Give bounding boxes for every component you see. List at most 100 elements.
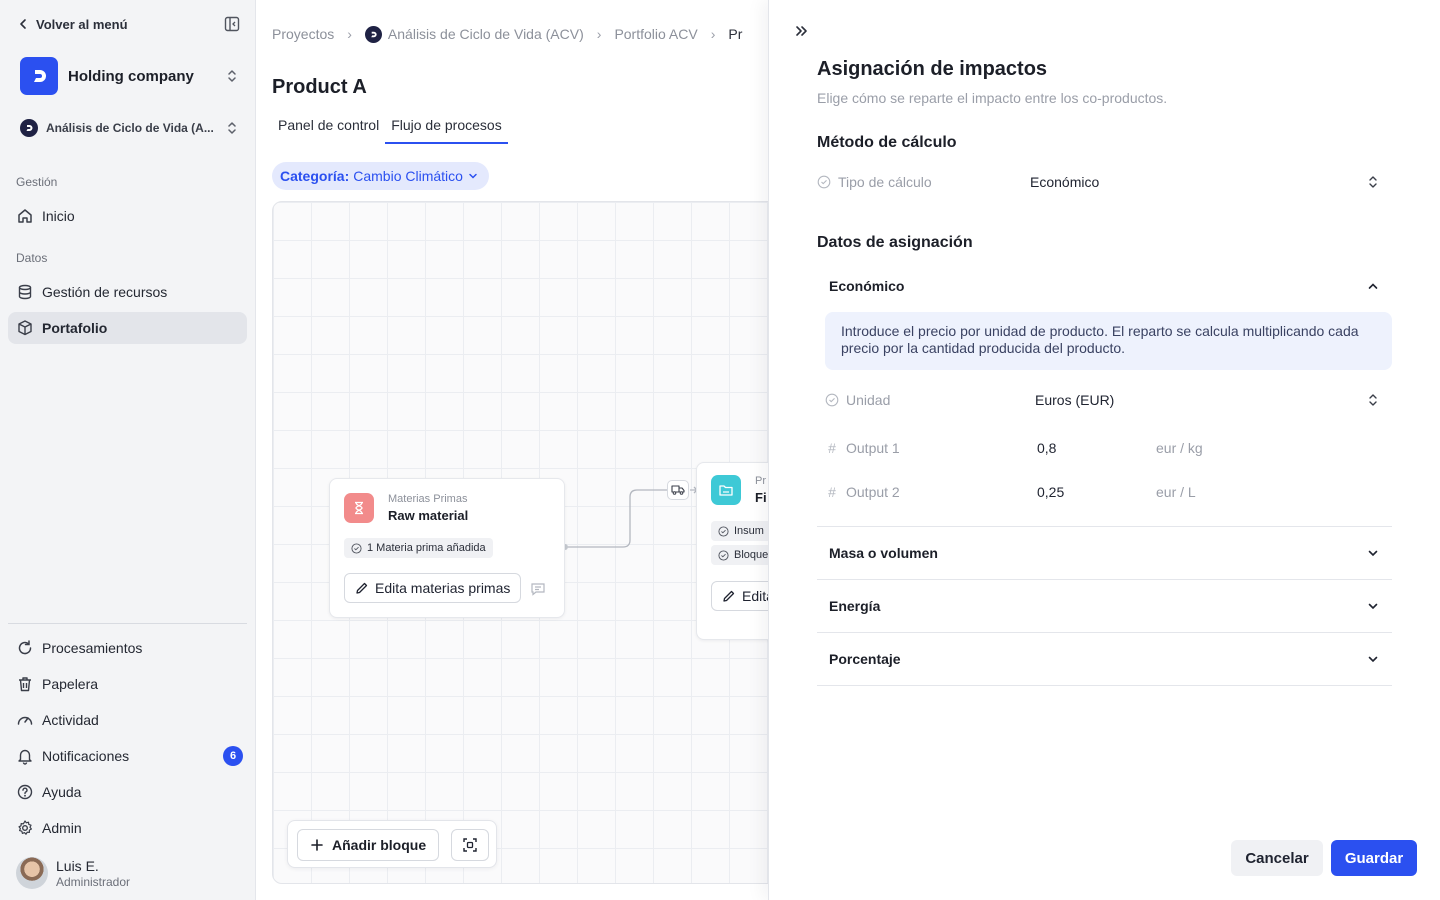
category-filter[interactable]: Categoría: Cambio Climático xyxy=(272,162,489,190)
plus-icon xyxy=(311,839,323,851)
check-circle-icon xyxy=(825,393,839,407)
sidebar-item-label: Gestión de recursos xyxy=(42,284,168,300)
sidebar-item-label: Admin xyxy=(42,820,82,836)
field-label: Tipo de cálculo xyxy=(817,174,932,190)
organization-selector[interactable]: Holding company xyxy=(20,57,240,95)
chevron-right-icon: › xyxy=(596,26,602,42)
fit-view-button[interactable] xyxy=(451,829,489,861)
transport-connector[interactable] xyxy=(667,480,689,500)
field-label: # Output 2 xyxy=(825,484,900,500)
sidebar-item-help[interactable]: Ayuda xyxy=(8,776,247,808)
add-block-button[interactable]: Añadir bloque xyxy=(297,829,440,861)
section-title: Masa o volumen xyxy=(829,545,938,561)
edit-raw-materials-button[interactable]: Edita materias primas xyxy=(344,573,522,603)
tab-dashboard[interactable]: Panel de control xyxy=(272,110,385,144)
button-label: Edita xyxy=(742,588,769,604)
cancel-button[interactable]: Cancelar xyxy=(1231,840,1323,876)
tab-process-flow[interactable]: Flujo de procesos xyxy=(385,110,508,144)
category-value: Cambio Climático xyxy=(353,168,463,184)
sidebar-item-label: Notificaciones xyxy=(42,748,130,764)
folder-icon xyxy=(711,475,741,505)
chevron-up-icon xyxy=(1368,283,1378,289)
trash-icon xyxy=(19,677,31,692)
chevron-down-icon xyxy=(1368,550,1378,557)
output-1-value-input[interactable]: 0,8 xyxy=(1037,440,1056,456)
hash-icon: # xyxy=(828,484,836,500)
unit-select[interactable]: Euros (EUR) xyxy=(1035,392,1114,408)
chevrons-up-down-icon xyxy=(228,122,236,134)
chevron-down-icon xyxy=(1368,603,1378,610)
project-name: Análisis de Ciclo de Vida (A... xyxy=(46,121,214,135)
sidebar-item-home[interactable]: Inicio xyxy=(8,200,247,232)
user-info: Luis E. Administrador xyxy=(56,858,130,889)
canvas-toolbar: Añadir bloque xyxy=(287,820,497,868)
output-2-value-input[interactable]: 0,25 xyxy=(1037,484,1064,500)
breadcrumb-current[interactable]: Pr xyxy=(728,26,742,42)
output-2-field: # Output 2 xyxy=(825,480,900,504)
sidebar-item-activity[interactable]: Actividad xyxy=(8,704,247,736)
breadcrumb-acv-project[interactable]: Análisis de Ciclo de Vida (ACV) xyxy=(364,25,584,43)
raw-material-node[interactable]: Materias Primas Raw material 1 Materia p… xyxy=(329,478,565,618)
check-circle-icon xyxy=(718,549,729,561)
sidebar-item-processing[interactable]: Procesamientos xyxy=(8,632,247,664)
allocation-heading: Datos de asignación xyxy=(817,234,973,251)
sidebar-item-label: Actividad xyxy=(42,712,99,728)
economic-section-header[interactable]: Económico xyxy=(817,260,1392,312)
mass-section-header[interactable]: Masa o volumen xyxy=(817,527,1392,579)
chevrons-up-down-icon[interactable] xyxy=(1365,392,1381,408)
node-name: Raw material xyxy=(388,508,469,523)
edit-process-button[interactable]: Edita xyxy=(711,581,769,611)
calc-type-select[interactable]: Económico xyxy=(1030,174,1099,190)
check-circle-icon xyxy=(817,175,831,189)
breadcrumb-label: Análisis de Ciclo de Vida (ACV) xyxy=(387,26,584,42)
economic-info-box: Introduce el precio por unidad de produc… xyxy=(825,312,1392,370)
sidebar-item-trash[interactable]: Papelera xyxy=(8,668,247,700)
button-label: Añadir bloque xyxy=(332,837,427,853)
output-2-unit: eur / L xyxy=(1156,484,1196,500)
chevrons-up-down-icon[interactable] xyxy=(1365,174,1381,190)
breadcrumb-projects[interactable]: Proyectos xyxy=(272,26,334,42)
project-selector[interactable]: Análisis de Ciclo de Vida (A... xyxy=(20,118,240,138)
section-title: Energía xyxy=(829,598,881,614)
sidebar-item-admin[interactable]: Admin xyxy=(8,812,247,844)
sidebar-top-row: Volver al menú xyxy=(16,14,242,34)
section-title: Porcentaje xyxy=(829,651,901,667)
save-button[interactable]: Guardar xyxy=(1331,840,1417,876)
sidebar-item-label: Procesamientos xyxy=(42,640,143,656)
sidebar-item-portfolio[interactable]: Portafolio xyxy=(8,312,247,344)
category-label: Categoría: xyxy=(280,168,350,184)
sidebar-divider xyxy=(8,623,247,624)
process-flow-canvas[interactable]: Materias Primas Raw material 1 Materia p… xyxy=(272,201,769,884)
user-profile[interactable]: Luis E. Administrador xyxy=(16,856,246,890)
sidebar-item-resources[interactable]: Gestión de recursos xyxy=(8,276,247,308)
view-tabs: Panel de control Flujo de procesos xyxy=(272,110,508,144)
pencil-icon xyxy=(723,590,735,602)
output-label: Output 2 xyxy=(846,484,900,500)
back-to-menu-link[interactable]: Volver al menú xyxy=(16,17,128,32)
sidebar-item-notifications[interactable]: Notificaciones 6 xyxy=(8,740,247,772)
chevron-left-icon xyxy=(20,19,26,29)
bell-icon xyxy=(18,749,32,765)
chevron-down-icon xyxy=(1368,656,1378,663)
section-title: Económico xyxy=(829,278,905,294)
process-node[interactable]: Pr Fi Insum Bloque Edita xyxy=(696,462,769,640)
node-name: Fi xyxy=(755,490,767,505)
button-label: Edita materias primas xyxy=(375,580,511,596)
collapse-sidebar-button[interactable] xyxy=(222,14,242,34)
breadcrumb-portfolio[interactable]: Portfolio ACV xyxy=(614,26,697,42)
section-label-management: Gestión xyxy=(16,175,58,189)
user-name: Luis E. xyxy=(56,857,99,874)
comment-icon[interactable] xyxy=(530,581,546,597)
notifications-count-badge: 6 xyxy=(223,746,243,766)
energy-section-header[interactable]: Energía xyxy=(817,580,1392,632)
project-logo-icon xyxy=(20,119,38,137)
field-label: Unidad xyxy=(825,392,890,408)
help-circle-icon xyxy=(17,784,33,800)
percentage-section-header[interactable]: Porcentaje xyxy=(817,633,1392,685)
field-label: # Output 1 xyxy=(825,440,900,456)
chevrons-right-icon[interactable] xyxy=(793,22,811,40)
output-label: Output 1 xyxy=(846,440,900,456)
box-icon xyxy=(18,320,32,336)
blocks-chip: Bloque xyxy=(711,545,769,565)
sidebar-item-label: Portafolio xyxy=(42,320,108,336)
